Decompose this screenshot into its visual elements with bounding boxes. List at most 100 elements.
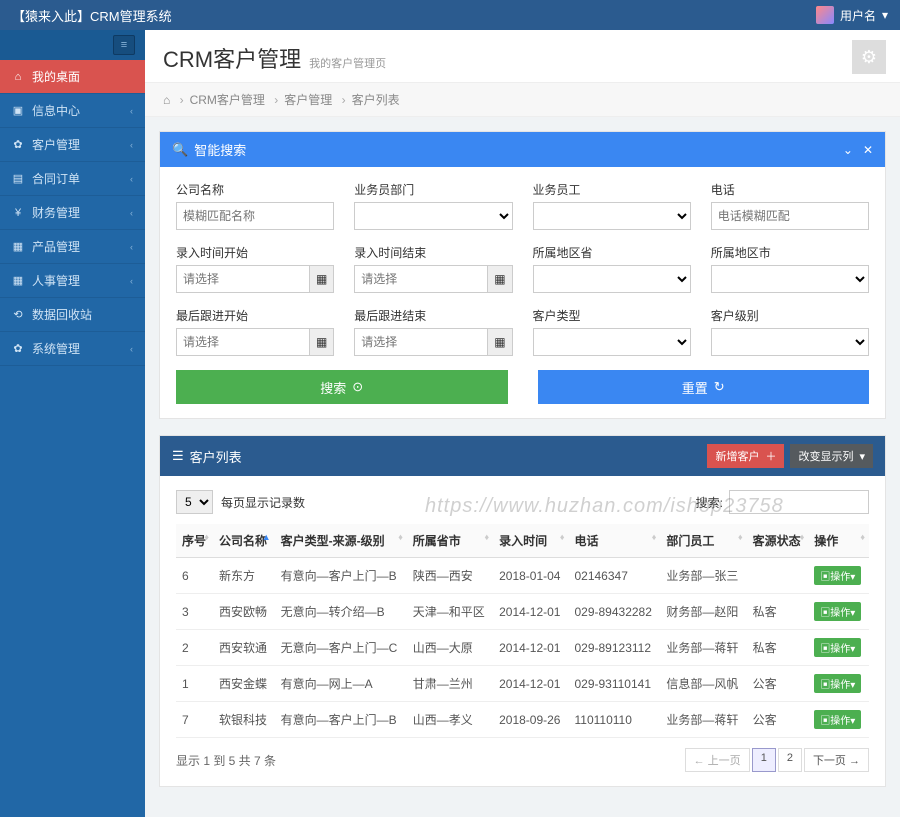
menu-icon: ⟲ [12, 308, 24, 321]
column-header[interactable]: 操作♦ [808, 524, 869, 558]
sidebar-item-0[interactable]: ⌂我的桌面 [0, 60, 145, 94]
page-size-select[interactable]: 5 [176, 490, 213, 514]
sidebar-item-1[interactable]: ▣信息中心‹ [0, 94, 145, 128]
main-content: CRM客户管理 我的客户管理页 ⚙ ⌂ ›CRM客户管理 ›客户管理 ›客户列表… [145, 30, 900, 817]
sort-icon: ♦ [800, 532, 805, 542]
sidebar-collapse-button[interactable]: ≡ [113, 35, 135, 55]
sort-icon: ♦ [398, 532, 403, 542]
column-header[interactable]: 公司名称▲ [213, 524, 275, 558]
sidebar-item-3[interactable]: ▤合同订单‹ [0, 162, 145, 196]
chevron-left-icon: ‹ [130, 208, 133, 218]
dept-select[interactable] [354, 202, 512, 230]
sort-icon: ♦ [204, 532, 209, 542]
table-row: 6新东方有意向—客户上门—B陕西—西安2018-01-0402146347业务部… [176, 558, 869, 594]
cust-type-select[interactable] [533, 328, 691, 356]
table-info: 显示 1 到 5 共 7 条 [176, 752, 276, 769]
menu-icon: ¥ [12, 207, 24, 219]
customer-table: 序号♦公司名称▲客户类型-来源-级别♦所属省市♦录入时间♦电话♦部门员工♦客源状… [176, 524, 869, 738]
breadcrumb-item[interactable]: CRM客户管理 [190, 93, 265, 107]
row-action-button[interactable]: ▣操作▾ [814, 602, 861, 621]
follow-start-input[interactable] [176, 328, 309, 356]
user-menu[interactable]: 用户名 ▾ [816, 6, 888, 24]
prev-page[interactable]: ← 上一页 [685, 748, 750, 772]
sidebar-item-5[interactable]: ▦产品管理‹ [0, 230, 145, 264]
entry-end-input[interactable] [354, 265, 487, 293]
sort-icon: ▲ [262, 532, 271, 542]
city-select[interactable] [711, 265, 869, 293]
list-icon: ☰ [172, 448, 184, 464]
column-header[interactable]: 客户类型-来源-级别♦ [275, 524, 407, 558]
chevron-left-icon: ‹ [130, 344, 133, 354]
add-customer-button[interactable]: 新增客户＋ [707, 444, 784, 468]
home-icon[interactable]: ⌂ [163, 93, 170, 107]
table-row: 2西安软通无意向—客户上门—C山西—大原2014-12-01029-891231… [176, 630, 869, 666]
settings-button[interactable]: ⚙ [852, 40, 886, 74]
search-button[interactable]: 搜索 ⊙ [176, 370, 508, 404]
close-icon[interactable]: ✕ [863, 143, 873, 157]
menu-toggle-bar: ≡ [0, 30, 145, 60]
calendar-icon[interactable]: ▦ [309, 265, 334, 293]
page-2[interactable]: 2 [778, 748, 802, 772]
chevron-left-icon: ‹ [130, 140, 133, 150]
province-select[interactable] [533, 265, 691, 293]
menu-icon: ▣ [12, 104, 24, 117]
column-header[interactable]: 电话♦ [568, 524, 660, 558]
calendar-icon[interactable]: ▦ [309, 328, 334, 356]
sort-icon: ♦ [738, 532, 743, 542]
next-page[interactable]: 下一页 → [804, 748, 869, 772]
menu-icon: ✿ [12, 342, 24, 355]
collapse-icon[interactable]: ⌄ [843, 143, 853, 157]
table-search-input[interactable] [729, 490, 869, 514]
entry-start-input[interactable] [176, 265, 309, 293]
calendar-icon[interactable]: ▦ [487, 328, 512, 356]
sidebar-item-6[interactable]: ▦人事管理‹ [0, 264, 145, 298]
row-action-button[interactable]: ▣操作▾ [814, 566, 861, 585]
menu-icon: ▦ [12, 274, 24, 287]
topbar: 【猿来入此】CRM管理系统 用户名 ▾ [0, 0, 900, 30]
page-subtitle: 我的客户管理页 [309, 55, 386, 71]
reset-button[interactable]: 重置 ↻ [538, 370, 870, 404]
phone-input[interactable] [711, 202, 869, 230]
table-row: 1西安金蝶有意向—网上—A甘肃—兰州2014-12-01029-93110141… [176, 666, 869, 702]
column-header[interactable]: 序号♦ [176, 524, 213, 558]
page-title: CRM客户管理 [163, 42, 301, 74]
chevron-left-icon: ‹ [130, 276, 133, 286]
chevron-left-icon: ‹ [130, 242, 133, 252]
chevron-down-icon: ▾ [859, 450, 865, 463]
row-action-button[interactable]: ▣操作▾ [814, 710, 861, 729]
menu-icon: ▦ [12, 240, 24, 253]
row-action-button[interactable]: ▣操作▾ [814, 638, 861, 657]
chevron-left-icon: ‹ [130, 174, 133, 184]
column-header[interactable]: 客源状态♦ [747, 524, 809, 558]
change-columns-button[interactable]: 改变显示列 ▾ [790, 444, 873, 468]
calendar-icon[interactable]: ▦ [487, 265, 512, 293]
menu-icon: ✿ [12, 138, 24, 151]
row-action-button[interactable]: ▣操作▾ [814, 674, 861, 693]
sidebar-item-4[interactable]: ¥财务管理‹ [0, 196, 145, 230]
gear-icon: ⚙ [861, 47, 877, 68]
breadcrumb: ⌂ ›CRM客户管理 ›客户管理 ›客户列表 [145, 82, 900, 117]
sidebar-item-7[interactable]: ⟲数据回收站 [0, 298, 145, 332]
column-header[interactable]: 部门员工♦ [660, 524, 746, 558]
breadcrumb-item[interactable]: 客户管理 [284, 93, 332, 107]
search-icon: 🔍 [172, 142, 188, 158]
company-input[interactable] [176, 202, 334, 230]
page-1[interactable]: 1 [752, 748, 776, 772]
follow-end-input[interactable] [354, 328, 487, 356]
chevron-left-icon: ‹ [130, 106, 133, 116]
refresh-icon: ↻ [714, 379, 725, 395]
staff-select[interactable] [533, 202, 691, 230]
plus-icon: ＋ [765, 448, 776, 464]
column-header[interactable]: 所属省市♦ [407, 524, 493, 558]
hamburger-icon: ≡ [121, 39, 127, 51]
sidebar-item-8[interactable]: ✿系统管理‹ [0, 332, 145, 366]
list-panel: ☰客户列表 新增客户＋ 改变显示列 ▾ 5 每页显示记录数 搜索: [159, 435, 886, 787]
cust-level-select[interactable] [711, 328, 869, 356]
sidebar-item-2[interactable]: ✿客户管理‹ [0, 128, 145, 162]
table-row: 3西安欧畅无意向—转介绍—B天津—和平区2014-12-01029-894322… [176, 594, 869, 630]
column-header[interactable]: 录入时间♦ [493, 524, 568, 558]
list-panel-header: ☰客户列表 新增客户＋ 改变显示列 ▾ [160, 436, 885, 476]
sort-icon: ♦ [652, 532, 657, 542]
menu-icon: ▤ [12, 172, 24, 185]
search-panel: 🔍智能搜索 ⌄ ✕ 公司名称 业务员部门 业务员工 电话 录入时间开始▦ 录入时… [159, 131, 886, 419]
